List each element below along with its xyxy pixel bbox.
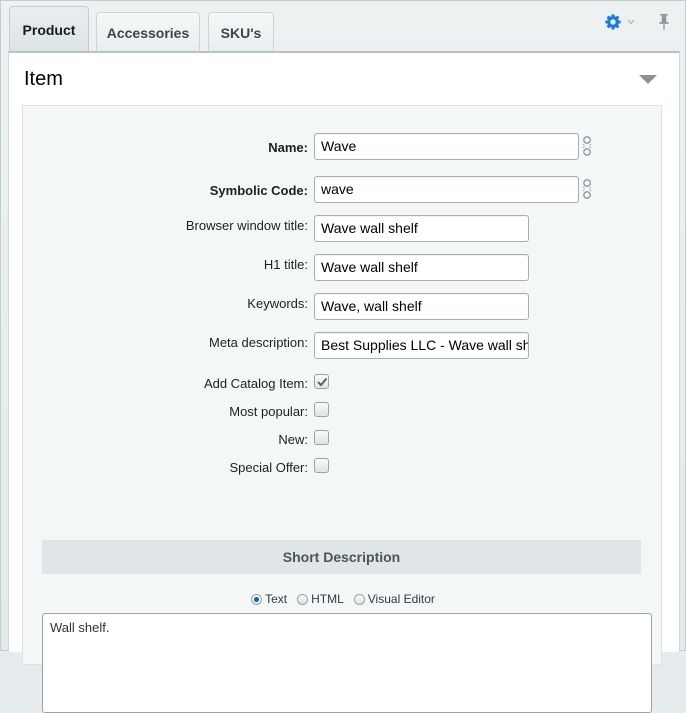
tab-accessories[interactable]: Accessories [96,12,200,52]
meta-description-field[interactable]: Best Supplies LLC - Wave wall shelf [314,332,529,359]
row-meta-description: Meta description: Best Supplies LLC - Wa… [23,332,663,360]
short-description-heading: Short Description [42,540,641,574]
keywords-field[interactable]: Wave, wall shelf [314,293,529,320]
window-frame: Product Accessories SKU's Item Name: Wav… [0,0,686,713]
panel-title: Item [24,68,63,90]
mode-html-label: HTML [311,592,344,606]
mode-text-label: Text [265,592,288,606]
add-catalog-item-checkbox[interactable] [314,374,329,389]
chevron-down-icon [627,19,635,25]
settings-button[interactable] [604,13,647,31]
pin-icon[interactable] [657,13,671,31]
row-keywords: Keywords: Wave, wall shelf [23,293,663,321]
tab-product[interactable]: Product [9,6,89,52]
editor-mode-group: Text HTML Visual Editor [23,592,663,606]
symbolic-code-label: Symbolic Code: [209,183,308,198]
name-label: Name: [268,140,308,155]
symbolic-code-field[interactable]: wave [314,176,579,203]
add-catalog-item-label: Add Catalog Item: [203,376,308,391]
row-add-catalog-item: Add Catalog Item: [23,371,663,399]
row-new: New: [23,427,663,455]
keywords-label: Keywords: [247,296,308,311]
item-panel: Item Name: Wave Symbolic Code: wave Brow… [8,51,680,713]
item-form: Name: Wave Symbolic Code: wave Browser w… [22,105,663,713]
mode-visual-editor-radio[interactable]: Visual Editor [353,592,435,606]
h1-title-field[interactable]: Wave wall shelf [314,254,529,281]
browser-title-field[interactable]: Wave wall shelf [314,215,529,242]
row-symbolic-code: Symbolic Code: wave [23,176,663,204]
meta-description-label: Meta description: [209,335,308,350]
radio-icon [297,593,309,605]
most-popular-label: Most popular: [229,404,308,419]
row-most-popular: Most popular: [23,399,663,427]
radio-icon [353,593,365,605]
link-icon[interactable] [581,135,593,157]
toolbar [604,13,671,31]
row-h1-title: H1 title: Wave wall shelf [23,254,663,282]
most-popular-checkbox[interactable] [314,402,329,417]
special-offer-label: Special Offer: [229,460,308,475]
row-browser-title: Browser window title: Wave wall shelf [23,215,663,243]
special-offer-checkbox[interactable] [314,458,329,473]
short-description-textarea[interactable]: Wall shelf. [42,613,652,713]
name-field[interactable]: Wave [314,133,579,160]
new-label: New: [278,432,308,447]
row-special-offer: Special Offer: [23,455,663,483]
tab-skus[interactable]: SKU's [208,12,274,52]
radio-selected-icon [251,593,263,605]
h1-title-label: H1 title: [263,257,308,272]
triangle-down-icon[interactable] [639,75,657,84]
new-checkbox[interactable] [314,430,329,445]
gear-icon [605,14,621,30]
mode-visual-editor-label: Visual Editor [367,592,435,606]
link-icon[interactable] [581,178,593,200]
browser-title-label: Browser window title: [185,218,308,233]
mode-text-radio[interactable]: Text [251,592,287,606]
row-name: Name: Wave [23,133,663,161]
checkmark-icon [317,377,328,387]
mode-html-radio[interactable]: HTML [297,592,344,606]
